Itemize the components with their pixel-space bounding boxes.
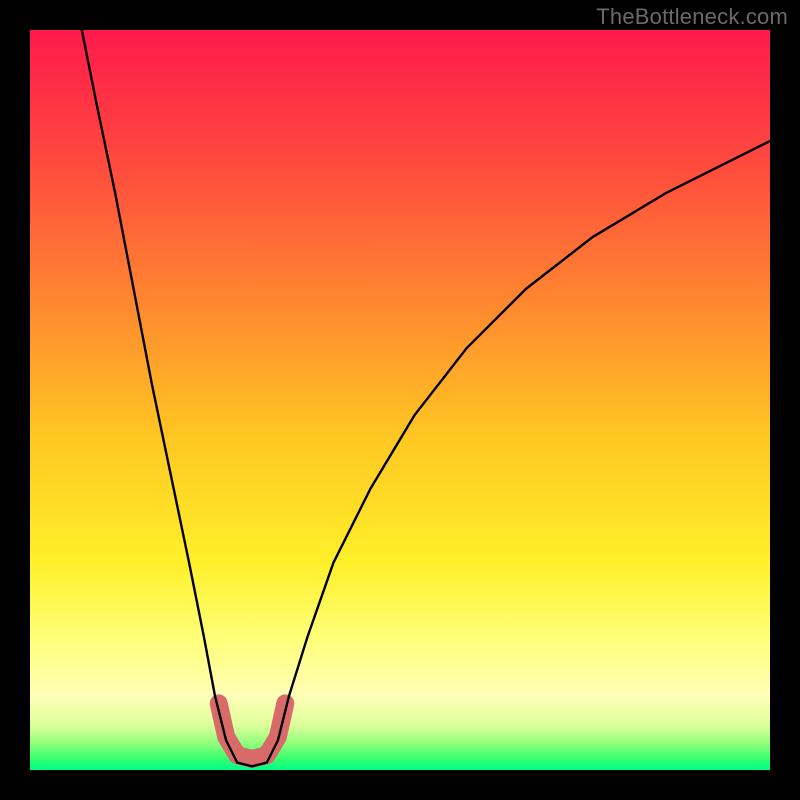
gradient-background — [30, 30, 770, 770]
chart-frame — [30, 30, 770, 770]
bottleneck-chart — [30, 30, 770, 770]
watermark-text: TheBottleneck.com — [596, 4, 788, 30]
